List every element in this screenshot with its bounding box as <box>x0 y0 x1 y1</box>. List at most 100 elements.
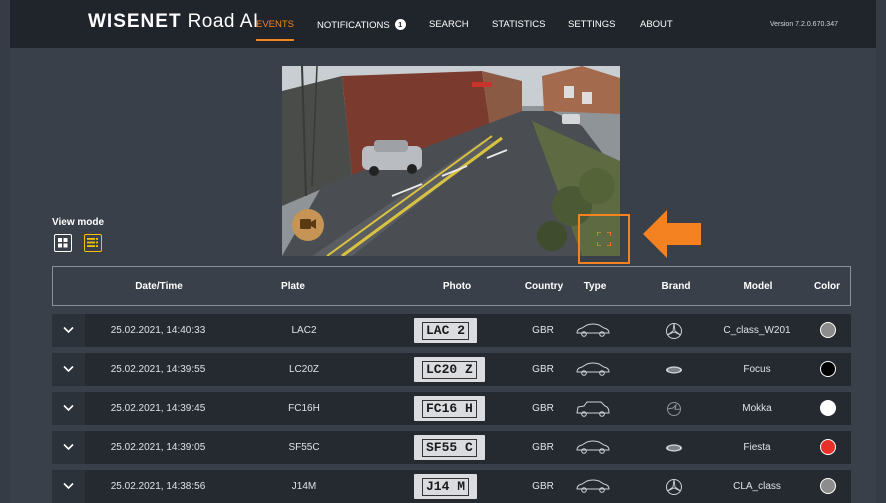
nav-notifications[interactable]: NOTIFICATIONS 1 <box>317 19 406 31</box>
cell-model: Fiesta <box>743 442 771 453</box>
cell-country: GBR <box>532 442 554 453</box>
nav-settings-label: SETTINGS <box>568 19 616 30</box>
cell-datetime: 25.02.2021, 14:39:05 <box>110 442 206 453</box>
vehicle-color-swatch <box>820 439 836 455</box>
chevron-down-icon <box>63 326 74 334</box>
cell-country: GBR <box>532 481 554 492</box>
table-row[interactable]: 25.02.2021, 14:39:45 FC16H FC16 H GBR Mokka <box>52 392 851 425</box>
expand-row-button[interactable] <box>52 431 85 464</box>
grid-view-button[interactable] <box>54 234 72 252</box>
grid-icon <box>58 238 68 248</box>
nav-settings[interactable]: SETTINGS <box>568 19 616 30</box>
car-icon <box>575 479 611 498</box>
video-camera-icon <box>300 219 316 229</box>
cell-country: GBR <box>532 403 554 414</box>
nav-search-label: SEARCH <box>429 19 469 30</box>
plate-photo-text: SF55 C <box>422 439 477 457</box>
header-plate[interactable]: Plate <box>281 281 305 292</box>
list-icon <box>87 238 98 247</box>
plate-photo[interactable]: LAC 2 <box>414 318 478 343</box>
brand-logo-text: WISENET <box>88 11 182 32</box>
notification-count-badge: 1 <box>394 19 406 30</box>
nav-statistics-label: STATISTICS <box>492 19 546 30</box>
expand-icon <box>597 232 611 246</box>
expand-row-button[interactable] <box>52 353 85 386</box>
nav-about-label: ABOUT <box>640 19 673 30</box>
header-brand[interactable]: Brand <box>662 281 691 292</box>
plate-photo[interactable]: J14 M <box>414 474 478 499</box>
car-icon <box>575 440 611 459</box>
cell-model: Focus <box>743 364 771 375</box>
events-table-header: Date/Time Plate Photo Country Type Brand… <box>52 266 851 306</box>
suv-icon <box>575 401 611 422</box>
table-row[interactable]: 25.02.2021, 14:39:55 LC20Z LC20 Z GBR Focus <box>52 353 851 386</box>
header-type[interactable]: Type <box>584 281 607 292</box>
cell-plate: SF55C <box>288 442 320 453</box>
chevron-down-icon <box>63 365 74 373</box>
mercedes-logo-icon <box>665 322 683 345</box>
header-color[interactable]: Color <box>814 281 840 292</box>
vehicle-color-swatch <box>820 361 836 377</box>
chevron-down-icon <box>63 482 74 490</box>
cell-model: C_class_W201 <box>723 325 791 336</box>
record-video-button[interactable] <box>292 209 324 241</box>
cell-plate: LAC2 <box>291 325 317 336</box>
expand-row-button[interactable] <box>52 314 85 347</box>
plate-photo-text: FC16 H <box>422 400 477 418</box>
chevron-down-icon <box>63 443 74 451</box>
cell-plate: J14M <box>291 481 317 492</box>
street-scene-image <box>282 66 620 256</box>
mercedes-logo-icon <box>665 478 683 501</box>
nav-statistics[interactable]: STATISTICS <box>492 19 545 30</box>
table-row[interactable]: 25.02.2021, 14:39:05 SF55C SF55 C GBR Fiesta <box>52 431 851 464</box>
expand-row-button[interactable] <box>52 470 85 503</box>
plate-photo-text: J14 M <box>422 478 470 496</box>
plate-photo[interactable]: LC20 Z <box>414 357 485 382</box>
header-photo: Photo <box>442 281 472 292</box>
nav-events[interactable]: EVENTS <box>256 19 295 41</box>
cell-datetime: 25.02.2021, 14:38:56 <box>110 481 206 492</box>
camera-snapshot[interactable] <box>282 66 620 256</box>
version-label: Version 7.2.0.670.347 <box>769 21 838 28</box>
header-datetime[interactable]: Date/Time <box>135 281 183 292</box>
arrow-left-icon <box>643 210 701 258</box>
nav-about[interactable]: ABOUT <box>640 19 673 30</box>
expand-image-button[interactable] <box>578 214 630 264</box>
car-icon <box>575 323 611 342</box>
plate-photo[interactable]: FC16 H <box>414 396 485 421</box>
chevron-down-icon <box>63 404 74 412</box>
cell-model: CLA_class <box>733 481 781 492</box>
table-row[interactable]: 25.02.2021, 14:38:56 J14M J14 M GBR CLA_clas… <box>52 470 851 503</box>
nav-search[interactable]: SEARCH <box>429 19 469 30</box>
top-navigation-bar: WISENET Road AI EVENTS NOTIFICATIONS 1 SEA… <box>10 0 876 48</box>
view-mode-title: View mode <box>52 217 105 228</box>
cell-model: Mokka <box>742 403 772 414</box>
app-window: WISENET Road AI EVENTS NOTIFICATIONS 1 SEA… <box>10 0 876 503</box>
cell-plate: LC20Z <box>288 364 320 375</box>
plate-photo-text: LAC 2 <box>422 322 470 340</box>
cell-country: GBR <box>532 325 554 336</box>
list-view-button[interactable] <box>84 234 102 252</box>
product-name: Road AI <box>187 11 259 32</box>
cell-datetime: 25.02.2021, 14:39:55 <box>110 364 206 375</box>
vehicle-color-swatch <box>820 478 836 494</box>
expand-row-button[interactable] <box>52 392 85 425</box>
cell-datetime: 25.02.2021, 14:40:33 <box>110 325 206 336</box>
header-model[interactable]: Model <box>744 281 773 292</box>
opel-logo-icon <box>665 400 683 423</box>
app-logo: WISENET Road AI <box>88 11 259 33</box>
nav-active-indicator <box>256 39 295 41</box>
plate-photo[interactable]: SF55 C <box>414 435 485 460</box>
table-row[interactable]: 25.02.2021, 14:40:33 LAC2 LAC 2 GBR C_class_… <box>52 314 851 347</box>
car-icon <box>575 362 611 381</box>
vehicle-color-swatch <box>820 322 836 338</box>
nav-events-label: EVENTS <box>256 19 295 30</box>
nav-notifications-label: NOTIFICATIONS <box>317 20 390 31</box>
cell-datetime: 25.02.2021, 14:39:45 <box>110 403 206 414</box>
vehicle-color-swatch <box>820 400 836 416</box>
ford-logo-icon <box>665 361 683 384</box>
ford-logo-icon <box>665 439 683 462</box>
cell-country: GBR <box>532 364 554 375</box>
header-country[interactable]: Country <box>525 281 563 292</box>
cell-plate: FC16H <box>288 403 320 414</box>
